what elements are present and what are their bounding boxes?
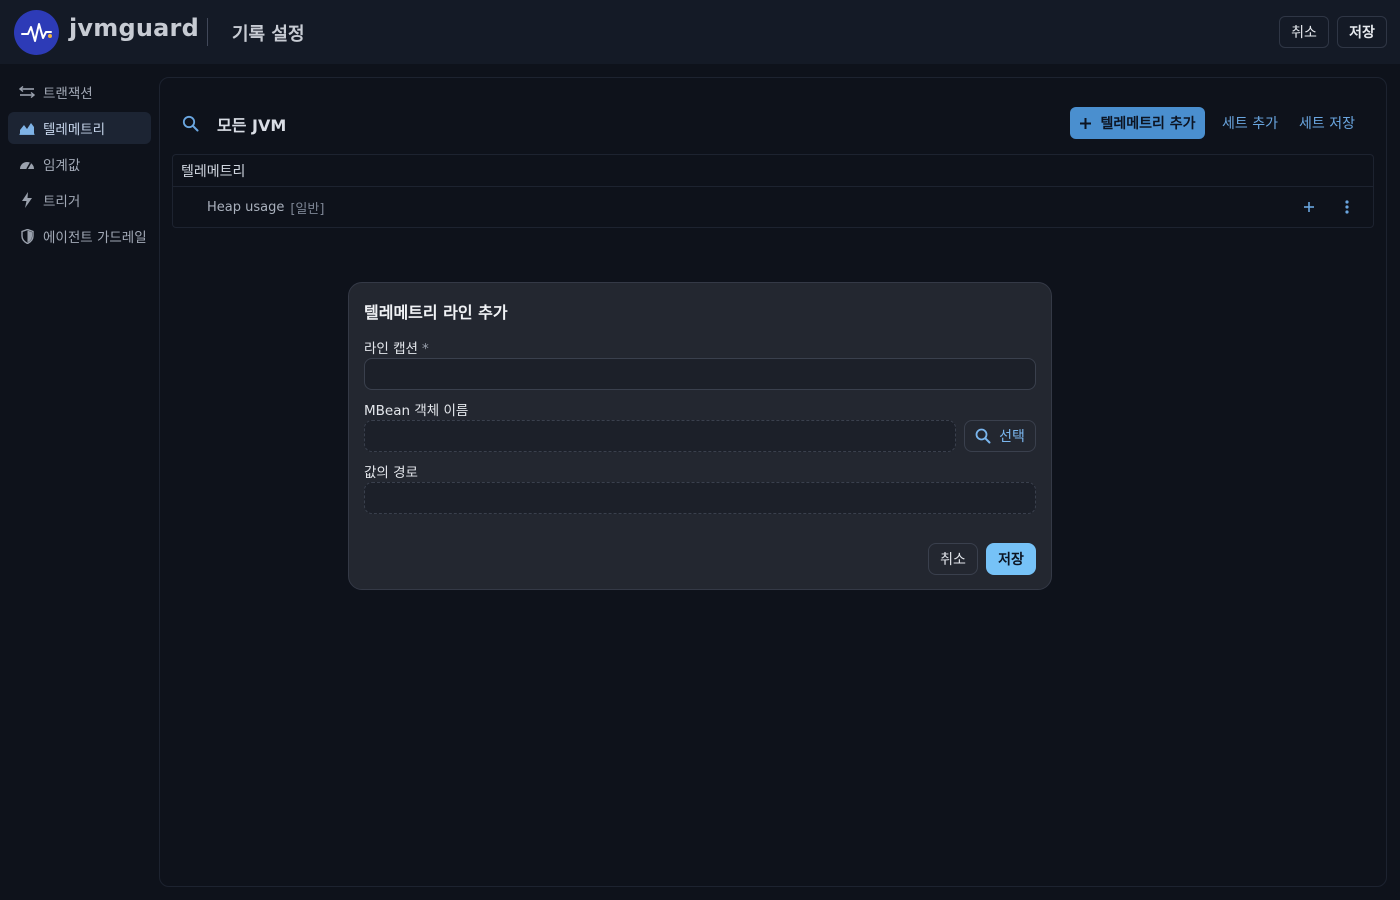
save-set-button[interactable]: 세트 저장 xyxy=(1299,107,1355,139)
select-mbean-button[interactable]: 선택 xyxy=(964,420,1036,452)
add-set-button[interactable]: 세트 추가 xyxy=(1222,107,1278,139)
telemetry-table: 텔레메트리 Heap usage [일반] xyxy=(172,154,1374,228)
mbean-label: MBean 객체 이름 xyxy=(364,403,469,419)
telemetry-table-header: 텔레메트리 xyxy=(173,155,1373,187)
value-path-label: 값의 경로 xyxy=(364,465,418,481)
app-logo xyxy=(14,10,59,55)
select-label: 선택 xyxy=(999,429,1025,445)
telemetry-tag: [일반] xyxy=(290,201,325,217)
dialog-title: 텔레메트리 라인 추가 xyxy=(364,303,508,322)
dialog-cancel-button[interactable]: 취소 xyxy=(928,543,978,575)
pulse-icon xyxy=(20,22,52,42)
value-path-input[interactable] xyxy=(364,482,1036,514)
plus-icon xyxy=(1080,117,1092,129)
sidebar: 트랜잭션 텔레메트리 임계값 트리거 에이전트 가드레일 xyxy=(8,76,151,256)
add-telemetry-line-dialog: 텔레메트리 라인 추가 라인 캡션 * MBean 객체 이름 선택 값의 경로 … xyxy=(348,282,1052,590)
sidebar-item-agent-guardrails[interactable]: 에이전트 가드레일 xyxy=(8,220,151,252)
add-telemetry-button[interactable]: 텔레메트리 추가 xyxy=(1070,107,1205,139)
sidebar-item-telemetry[interactable]: 텔레메트리 xyxy=(8,112,151,144)
transaction-arrows-icon xyxy=(19,84,35,100)
gauge-icon xyxy=(19,156,35,172)
sidebar-item-transactions[interactable]: 트랜잭션 xyxy=(8,76,151,108)
jvm-scope-label[interactable]: 모든 JVM xyxy=(217,112,286,136)
row-add-icon[interactable] xyxy=(1299,197,1319,217)
header-save-button[interactable]: 저장 xyxy=(1337,16,1387,48)
search-icon[interactable] xyxy=(182,115,199,136)
required-marker: * xyxy=(421,341,429,357)
sidebar-item-label: 트리거 xyxy=(43,194,81,210)
sidebar-item-label: 에이전트 가드레일 xyxy=(43,230,147,246)
telemetry-name: Heap usage xyxy=(207,199,285,215)
add-telemetry-label: 텔레메트리 추가 xyxy=(1100,116,1196,132)
search-icon xyxy=(975,428,991,444)
header-divider xyxy=(207,18,208,46)
caption-label-text: 라인 캡션 xyxy=(364,341,418,357)
app-header: jvmguard 기록 설정 취소 저장 xyxy=(0,0,1400,64)
sidebar-item-label: 텔레메트리 xyxy=(43,122,106,138)
sidebar-item-thresholds[interactable]: 임계값 xyxy=(8,148,151,180)
lightning-icon xyxy=(19,192,35,208)
header-cancel-button[interactable]: 취소 xyxy=(1279,16,1329,48)
caption-input[interactable] xyxy=(364,358,1036,390)
mbean-input[interactable] xyxy=(364,420,956,452)
sidebar-item-label: 임계값 xyxy=(43,158,81,174)
table-row[interactable]: Heap usage [일반] xyxy=(173,187,1373,227)
brand-name: jvmguard xyxy=(69,14,199,42)
sidebar-item-triggers[interactable]: 트리거 xyxy=(8,184,151,216)
shield-icon xyxy=(19,228,35,244)
page-title: 기록 설정 xyxy=(232,24,305,45)
caption-label: 라인 캡션 * xyxy=(364,337,429,357)
dialog-save-button[interactable]: 저장 xyxy=(986,543,1036,575)
area-chart-icon xyxy=(19,120,35,136)
more-vertical-icon[interactable] xyxy=(1337,197,1357,217)
sidebar-item-label: 트랜잭션 xyxy=(43,86,93,102)
